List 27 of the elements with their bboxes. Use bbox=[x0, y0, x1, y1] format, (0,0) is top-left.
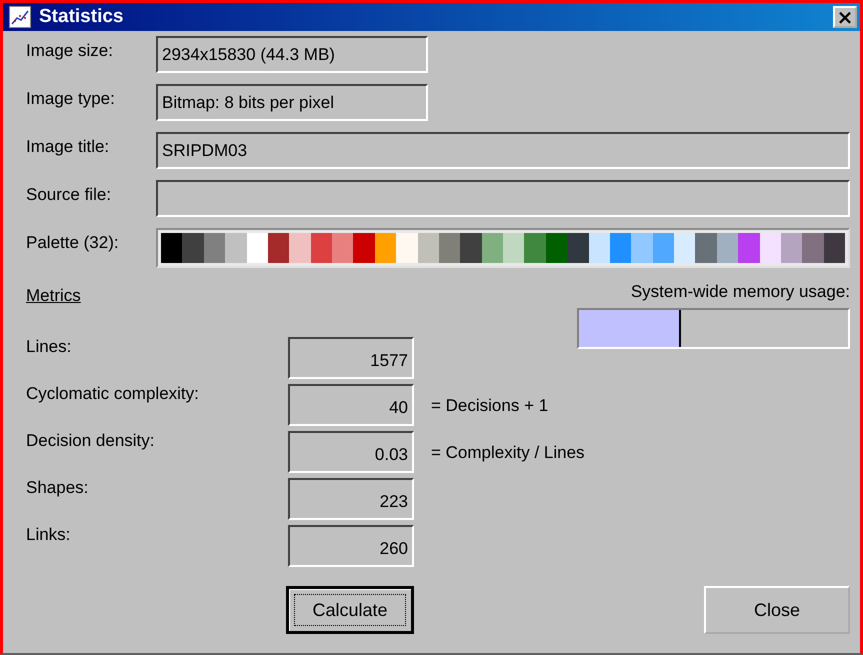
close-button[interactable]: × bbox=[833, 6, 857, 28]
formula-note: = Decisions + 1 bbox=[431, 396, 548, 416]
metric-value: 223 bbox=[288, 478, 414, 520]
metric-label: Links: bbox=[26, 525, 72, 545]
metric-value: 0.03 bbox=[288, 431, 414, 473]
field-label: Image type: bbox=[26, 88, 116, 109]
field-label: Palette (32): bbox=[26, 232, 120, 253]
section-heading: Metrics bbox=[26, 285, 81, 306]
memory-label: System-wide memory usage: bbox=[630, 282, 850, 302]
close-dialog-button[interactable]: Close bbox=[704, 586, 850, 634]
metric-label: Decision density: bbox=[26, 431, 156, 451]
metric-label: Shapes: bbox=[26, 478, 90, 498]
metric-label: Lines: bbox=[26, 337, 72, 357]
info-field: 2934x15830 (44.3 MB) bbox=[156, 36, 428, 73]
window-title: Statistics bbox=[39, 6, 124, 28]
info-field: Bitmap: 8 bits per pixel bbox=[156, 84, 428, 121]
chart-icon bbox=[9, 6, 31, 28]
info-field: SRIPDM03 bbox=[156, 132, 850, 169]
calculate-button[interactable]: Calculate bbox=[286, 586, 414, 634]
metric-value: 1577 bbox=[288, 337, 414, 379]
formula-note: = Complexity / Lines bbox=[431, 443, 585, 463]
field-label: Image size: bbox=[26, 40, 114, 61]
metric-value: 40 bbox=[288, 384, 414, 426]
field-label: Source file: bbox=[26, 184, 112, 205]
metric-label: Cyclomatic complexity: bbox=[26, 384, 200, 404]
field-label: Image title: bbox=[26, 136, 110, 157]
metric-value: 260 bbox=[288, 525, 414, 567]
